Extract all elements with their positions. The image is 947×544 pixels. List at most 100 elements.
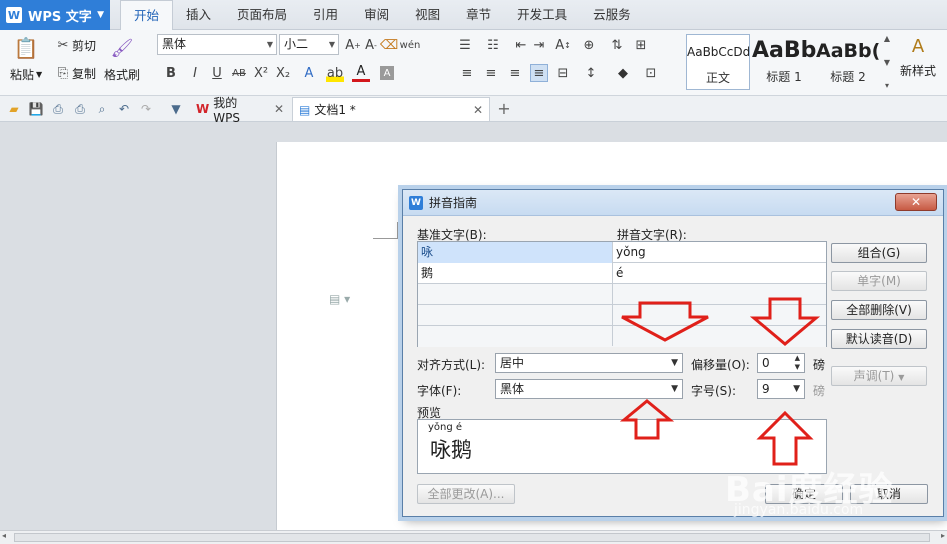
chevron-down-icon: ▼: [898, 373, 905, 382]
style-normal[interactable]: AaBbCcDd 正文: [686, 34, 750, 90]
highlight-icon[interactable]: ab: [326, 64, 344, 82]
tab-page-layout[interactable]: 页面布局: [224, 0, 300, 30]
pinyin-guide-icon[interactable]: wén: [398, 36, 422, 54]
line-spacing-icon[interactable]: ↕: [582, 64, 600, 82]
close-button[interactable]: ✕: [895, 193, 937, 211]
bold-icon[interactable]: B: [162, 64, 180, 82]
ruby-text-cell[interactable]: é: [613, 263, 826, 284]
print-icon[interactable]: ⎙: [72, 101, 88, 117]
bullet-list-icon[interactable]: ☰: [456, 36, 474, 54]
format-painter-button[interactable]: 🖌: [110, 36, 134, 60]
italic-icon[interactable]: I: [186, 64, 204, 82]
border-icon[interactable]: ⊡: [642, 64, 660, 82]
subscript-icon[interactable]: X₂: [274, 64, 292, 82]
distribute-icon[interactable]: ⊟: [554, 64, 572, 82]
tab-developer[interactable]: 开发工具: [504, 0, 580, 30]
offset-stepper[interactable]: 0 ▲ ▼: [757, 353, 805, 373]
format-painter-label-wrap: 格式刷: [104, 66, 140, 83]
single-char-button[interactable]: 单字(M): [831, 271, 927, 291]
clear-all-button[interactable]: 全部删除(V): [831, 300, 927, 320]
table-grid-icon[interactable]: ⊞: [632, 36, 650, 54]
base-text-cell[interactable]: 鹅: [418, 263, 612, 284]
offset-unit: 磅: [813, 358, 826, 372]
tab-sections[interactable]: 章节: [453, 0, 504, 30]
style-heading-1[interactable]: AaBb 标题 1: [752, 34, 816, 90]
font-size-select[interactable]: 小二 ▼: [279, 34, 339, 55]
align-left-icon[interactable]: ≡: [458, 64, 476, 82]
superscript-icon[interactable]: X²: [252, 64, 270, 82]
redo-icon[interactable]: ↷: [138, 101, 154, 117]
copy-button[interactable]: ⎘ 复制: [54, 64, 96, 82]
chinese-layout-icon[interactable]: A ↕: [554, 36, 572, 54]
numbered-list-icon[interactable]: ☷: [484, 36, 502, 54]
align-right-icon[interactable]: ≡: [506, 64, 524, 82]
clear-format-icon[interactable]: ⌫: [380, 36, 398, 54]
base-text-cell[interactable]: 咏: [418, 242, 612, 263]
baidu-jingyan-url: jingyan.baidu.com: [734, 502, 864, 518]
horizontal-scrollbar[interactable]: ◂ ▸: [0, 530, 947, 544]
tab-review[interactable]: 审阅: [351, 0, 402, 30]
ruby-text-cell[interactable]: yǒng: [613, 242, 826, 263]
grow-font-icon[interactable]: A +: [344, 36, 362, 54]
close-icon[interactable]: ✕: [473, 103, 483, 117]
ruby-font-select[interactable]: 黑体 ▼: [495, 379, 683, 399]
tab-home[interactable]: 开始: [120, 0, 174, 31]
doc-tab-my-wps[interactable]: W 我的WPS ✕: [190, 96, 290, 125]
save-icon[interactable]: 💾: [28, 101, 44, 117]
new-style-button[interactable]: A 新样式: [900, 34, 936, 79]
char-shading-icon[interactable]: A: [380, 66, 394, 80]
ruby-size-select[interactable]: 9 ▼: [757, 379, 805, 399]
group-button[interactable]: 组合(G): [831, 243, 927, 263]
cut-label: 剪切: [72, 38, 97, 53]
shrink-font-icon[interactable]: A-: [362, 36, 380, 54]
tab-cloud[interactable]: 云服务: [580, 0, 644, 30]
open-folder-icon[interactable]: ▰: [6, 101, 22, 117]
up-arrow-icon: [756, 410, 814, 466]
sort-icon[interactable]: ⇅: [608, 36, 626, 54]
dialog-title-bar: W 拼音指南: [403, 190, 943, 216]
tab-insert[interactable]: 插入: [173, 0, 224, 30]
show-marks-icon[interactable]: ⊕: [580, 36, 598, 54]
document-icon: ▤: [299, 102, 311, 117]
indent-icon[interactable]: ⇥: [530, 36, 548, 54]
text-effect-icon[interactable]: A: [300, 64, 318, 82]
wps-app-menu-button[interactable]: W WPS 文字 ▼: [0, 0, 110, 30]
spin-icon[interactable]: ▲ ▼: [795, 354, 800, 372]
strikethrough-icon[interactable]: AB: [226, 64, 252, 82]
paragraph-options-icon[interactable]: ▤ ▾: [329, 292, 350, 306]
preview-text: 咏鹅: [430, 438, 472, 462]
align-justify-icon[interactable]: ≡: [530, 64, 548, 82]
tab-view[interactable]: 视图: [402, 0, 453, 30]
style-heading-2[interactable]: AaBb( 标题 2: [816, 34, 880, 90]
export-pdf-icon[interactable]: ⎙: [50, 101, 66, 117]
align-center-icon[interactable]: ≡: [482, 64, 500, 82]
style-preview-normal: AaBbCcDd: [687, 45, 749, 59]
column-separator: [612, 242, 613, 346]
print-preview-icon[interactable]: ⌕: [94, 101, 110, 117]
format-painter-label: 格式刷: [104, 68, 141, 82]
undo-icon[interactable]: ↶: [116, 101, 132, 117]
scroll-left-icon[interactable]: ◂: [2, 531, 6, 540]
close-icon[interactable]: ✕: [274, 102, 284, 116]
tab-references[interactable]: 引用: [300, 0, 351, 30]
tone-button[interactable]: 声调(T) ▼: [831, 366, 927, 386]
align-select[interactable]: 居中 ▼: [495, 353, 683, 373]
menu-tabs: 开始 插入 页面布局 引用 审阅 视图 章节 开发工具 云服务: [120, 0, 644, 31]
apply-all-button[interactable]: 全部更改(A)...: [417, 484, 515, 504]
scroll-right-icon[interactable]: ▸: [941, 531, 945, 540]
style-gallery-scroll[interactable]: ▲ ▼ ▾: [882, 34, 892, 90]
new-tab-icon[interactable]: +: [496, 101, 512, 117]
font-color-icon[interactable]: A: [352, 64, 370, 82]
ruby-size-value: 9: [762, 382, 770, 396]
scrollbar-thumb[interactable]: [14, 533, 930, 542]
underline-icon[interactable]: U: [208, 64, 226, 82]
default-reading-button[interactable]: 默认读音(D): [831, 329, 927, 349]
cut-button[interactable]: ✂ 剪切: [54, 36, 96, 54]
customize-toolbar-icon[interactable]: ▼: [168, 101, 184, 117]
down-arrow-icon: [621, 301, 709, 342]
paste-button[interactable]: 📋: [14, 36, 39, 60]
doc-tab-document1[interactable]: ▤ 文档1 * ✕: [292, 97, 490, 121]
outdent-icon[interactable]: ⇤: [512, 36, 530, 54]
font-name-select[interactable]: 黑体 ▼: [157, 34, 277, 55]
shading-icon[interactable]: ◆: [614, 64, 632, 82]
